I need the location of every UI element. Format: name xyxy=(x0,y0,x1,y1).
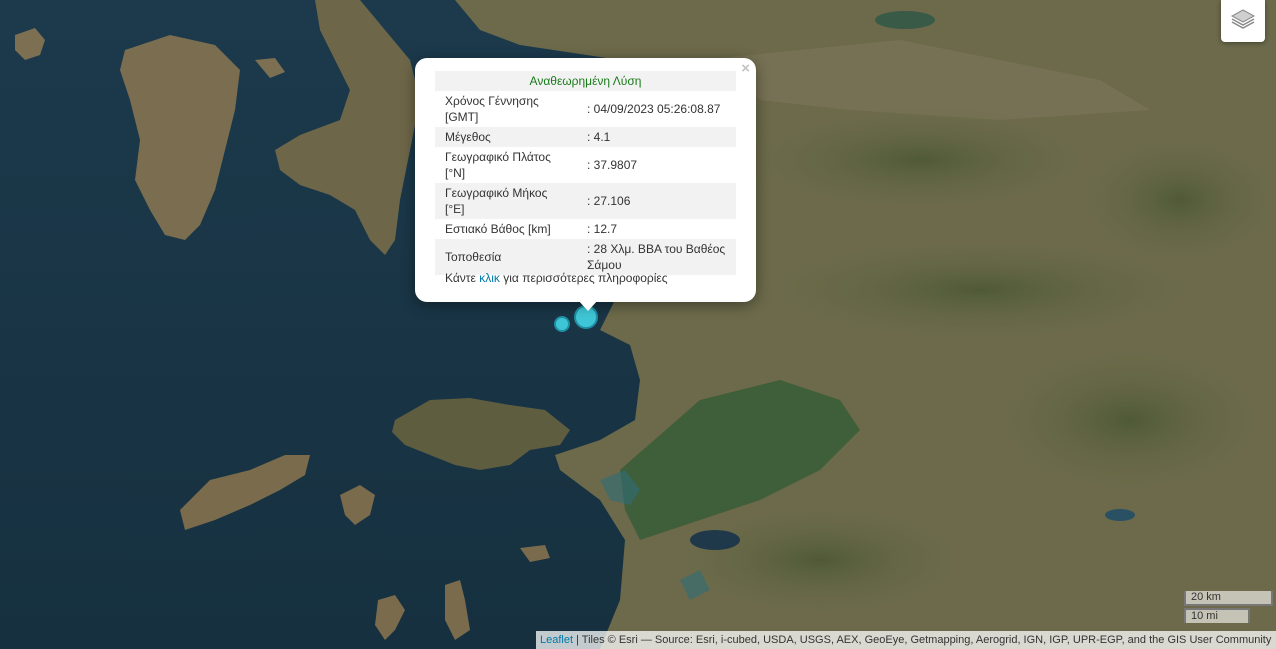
earthquake-details-table: Αναθεωρημένη Λύση Χρόνος Γέννησης [GMT]:… xyxy=(435,71,736,275)
row-value: : 28 Χλμ. ΒΒΑ του Βαθέος Σάμου xyxy=(567,239,736,275)
row-key: Χρόνος Γέννησης [GMT] xyxy=(445,94,539,124)
more-info-line: Κάντε κλικ για περισσότερες πληροφορίες xyxy=(445,271,668,285)
row-value: : 4.1 xyxy=(567,127,736,147)
more-info-suffix: για περισσότερες πληροφορίες xyxy=(503,271,668,285)
row-key: Τοποθεσία xyxy=(435,239,567,275)
attribution-text: | Tiles © Esri — Source: Esri, i-cubed, … xyxy=(573,634,1272,646)
earthquake-marker-small[interactable] xyxy=(554,316,570,332)
popup-tip xyxy=(578,300,598,311)
more-info-prefix: Κάντε xyxy=(445,271,476,285)
scale-bar-mi: 10 mi xyxy=(1184,608,1250,623)
row-key: Μέγεθος xyxy=(435,127,567,147)
row-value: : 12.7 xyxy=(587,222,618,236)
row-value: : 37.9807 xyxy=(587,158,638,172)
row-key: Γεωγραφικό Μήκος [°E] xyxy=(435,183,567,219)
row-key: Γεωγραφικό Πλάτος [°N] xyxy=(445,150,551,180)
close-icon[interactable]: × xyxy=(741,61,750,76)
row-key: Εστιακό Βάθος [km] xyxy=(445,222,551,236)
row-value: : 27.106 xyxy=(567,183,736,219)
row-value: : 04/09/2023 05:26:08.87 xyxy=(587,102,721,116)
scale-bar-km: 20 km xyxy=(1184,591,1273,606)
more-info-link[interactable]: κλικ xyxy=(479,271,500,285)
popup-title: Αναθεωρημένη Λύση xyxy=(435,71,736,91)
layers-control-button[interactable] xyxy=(1221,0,1265,42)
earthquake-popup: × Αναθεωρημένη Λύση Χρόνος Γέννησης [GMT… xyxy=(415,58,756,302)
leaflet-link[interactable]: Leaflet xyxy=(540,634,573,646)
map-attribution: Leaflet | Tiles © Esri — Source: Esri, i… xyxy=(536,631,1276,649)
layers-icon xyxy=(1230,6,1256,37)
